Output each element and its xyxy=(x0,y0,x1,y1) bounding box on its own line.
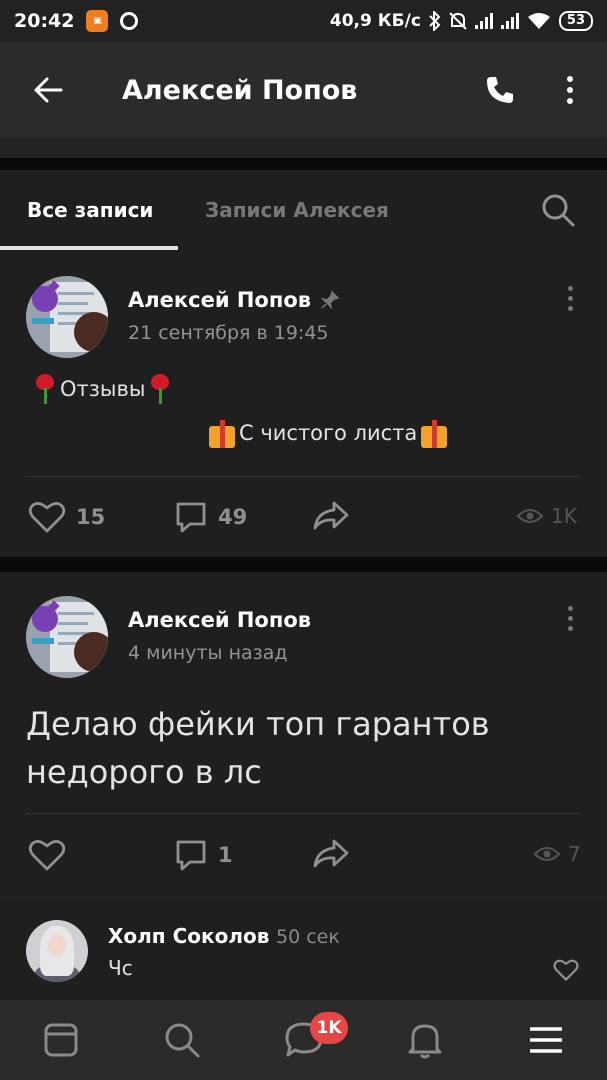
network-speed: 40,9 КБ/с xyxy=(329,11,421,31)
separator xyxy=(0,138,607,158)
commenter-name[interactable]: Холп Соколов xyxy=(108,924,269,948)
post-text: Делаю фейки топ гарантов недорого в лс xyxy=(26,705,490,791)
bottom-navigation xyxy=(0,1000,607,1080)
divider xyxy=(26,476,580,477)
search-button[interactable] xyxy=(540,192,580,232)
tab-all-posts[interactable]: Все записи xyxy=(27,198,153,222)
post-text: Отзывы xyxy=(60,377,146,401)
wifi-icon xyxy=(527,13,550,29)
nav-notifications[interactable] xyxy=(401,1016,449,1064)
comment-time: 50 сек xyxy=(276,926,340,948)
divider xyxy=(26,813,580,814)
comment-count: 1 xyxy=(218,843,233,867)
comment-button[interactable]: 49 xyxy=(174,500,247,534)
bluetooth-icon xyxy=(429,11,441,31)
post-date: 21 сентября в 19:45 xyxy=(128,322,329,344)
comment-icon xyxy=(176,502,206,533)
battery-icon: 53 xyxy=(558,11,593,31)
like-button[interactable]: 15 xyxy=(28,500,105,534)
like-button[interactable] xyxy=(28,838,66,872)
share-icon xyxy=(313,839,349,868)
comment-icon xyxy=(176,840,206,871)
views-count: 1K xyxy=(551,504,577,528)
nav-menu[interactable] xyxy=(522,1016,570,1064)
comment-like-icon[interactable] xyxy=(553,958,579,982)
post-author[interactable]: Алексей Попов xyxy=(128,288,311,312)
comment-count: 49 xyxy=(218,505,248,529)
post-text: С чистого листа xyxy=(239,421,418,445)
search-icon xyxy=(165,1023,200,1058)
arrow-left-icon xyxy=(34,77,63,103)
status-bar: 20:42 ▣ 40,9 КБ/с 53 xyxy=(0,0,607,42)
author-avatar[interactable] xyxy=(26,596,108,678)
pin-icon xyxy=(320,290,340,310)
nav-news[interactable] xyxy=(37,1016,85,1064)
wall-tabs: Все записи Записи Алексея xyxy=(0,170,607,252)
post-author[interactable]: Алексей Попов xyxy=(128,608,311,632)
commenter-avatar[interactable] xyxy=(26,920,88,982)
nav-search[interactable] xyxy=(158,1016,206,1064)
eye-icon xyxy=(534,847,560,861)
newsfeed-icon xyxy=(44,1023,78,1057)
like-count: 15 xyxy=(76,505,106,529)
search-icon xyxy=(542,194,575,227)
gift-emoji-icon xyxy=(419,418,449,448)
views-count: 7 xyxy=(568,842,581,866)
comment-button[interactable]: 1 xyxy=(174,838,233,872)
call-button[interactable] xyxy=(476,66,524,114)
views-counter: 7 xyxy=(534,842,581,866)
share-icon xyxy=(313,501,349,530)
camera-notification-icon xyxy=(120,12,139,30)
rose-emoji-icon xyxy=(34,374,56,404)
post-text-line: Отзывы xyxy=(30,374,175,404)
post-text-line: С чистого листа xyxy=(205,418,451,448)
gift-emoji-icon xyxy=(207,418,237,448)
active-tab-indicator xyxy=(0,246,178,250)
share-button[interactable] xyxy=(312,838,350,870)
hamburger-menu-icon xyxy=(530,1027,562,1053)
phone-icon xyxy=(487,77,513,103)
share-button[interactable] xyxy=(312,500,350,532)
bell-icon xyxy=(408,1024,442,1059)
signal-1-icon xyxy=(474,13,493,29)
eye-icon xyxy=(517,509,543,523)
post-date: 4 минуты назад xyxy=(128,642,288,664)
rose-emoji-icon xyxy=(149,374,171,404)
top-app-bar: Алексей Попов xyxy=(0,42,607,138)
app-notification-icon: ▣ xyxy=(86,10,109,32)
post-menu-button[interactable] xyxy=(556,278,584,318)
comment-text: Чс xyxy=(108,956,133,980)
page-title: Алексей Попов xyxy=(122,74,358,106)
comment-item: Холп Соколов 50 сек Чс xyxy=(0,897,607,1000)
heart-icon xyxy=(28,502,66,533)
messages-badge: 1K xyxy=(310,1012,348,1044)
signal-2-icon xyxy=(500,13,519,29)
back-button[interactable] xyxy=(0,42,96,138)
tab-author-posts[interactable]: Записи Алексея xyxy=(205,198,389,222)
views-counter: 1K xyxy=(517,504,577,528)
mute-bell-icon xyxy=(449,12,467,30)
heart-icon xyxy=(28,840,66,871)
post-menu-button[interactable] xyxy=(556,598,584,638)
more-options-button[interactable] xyxy=(548,66,592,114)
author-avatar[interactable] xyxy=(26,276,108,358)
status-time: 20:42 xyxy=(14,10,75,32)
